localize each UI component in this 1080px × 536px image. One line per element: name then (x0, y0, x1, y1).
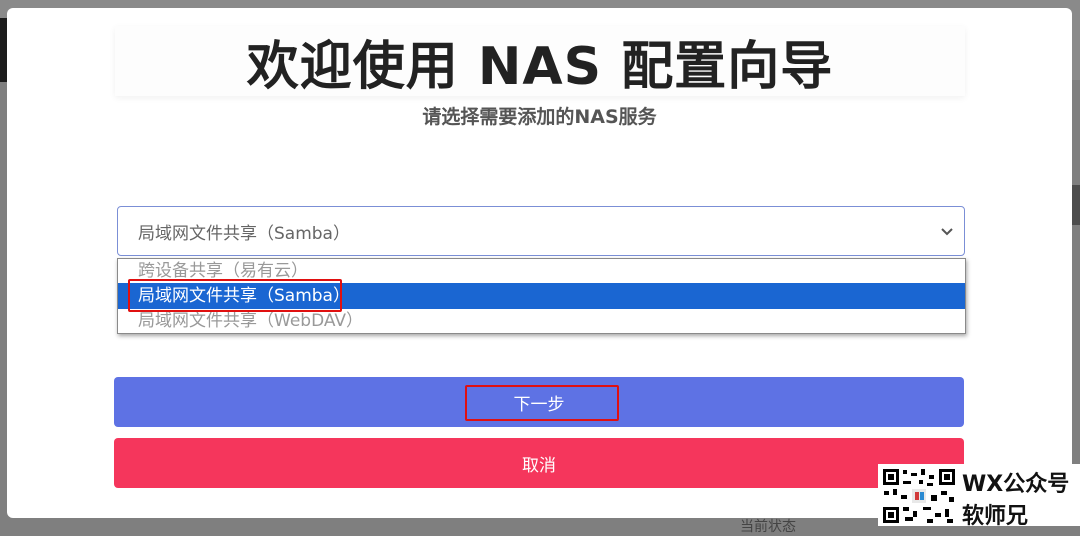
option-webdav[interactable]: 局域网文件共享（WebDAV） (118, 309, 965, 333)
chevron-down-icon (941, 228, 953, 236)
cancel-button[interactable]: 取消 (114, 438, 964, 488)
watermark: WX公众号 软师兄 (878, 464, 1080, 529)
watermark-line-1: WX公众号 (962, 472, 1070, 497)
annotation-highlight-next (465, 385, 619, 421)
qr-code-icon (881, 467, 957, 525)
nas-service-select[interactable]: 局域网文件共享（Samba） (117, 206, 965, 256)
background-status-text: 当前状态 (740, 519, 796, 535)
title-box: 欢迎使用 NAS 配置向导 (115, 26, 965, 97)
cancel-label: 取消 (522, 455, 556, 476)
nas-wizard-modal: 欢迎使用 NAS 配置向导 请选择需要添加的NAS服务 局域网文件共享（Samb… (7, 8, 1072, 518)
annotation-highlight-samba (128, 279, 342, 312)
page-subtitle: 请选择需要添加的NAS服务 (422, 106, 657, 128)
select-current-value: 局域网文件共享（Samba） (138, 223, 350, 244)
page-title: 欢迎使用 NAS 配置向导 (246, 36, 834, 97)
watermark-line-2: 软师兄 (962, 504, 1029, 529)
